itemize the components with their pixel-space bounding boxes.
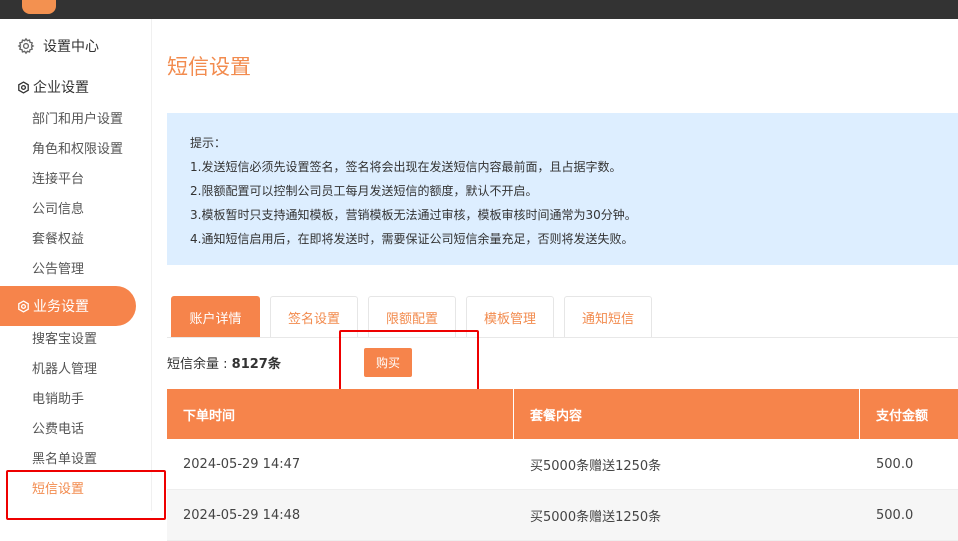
sidebar-item-blacklist[interactable]: 黑名单设置: [32, 450, 97, 470]
sms-balance: 短信余量 : 8127条: [167, 353, 281, 372]
tip-line: 1.发送短信必须先设置签名，签名将会出现在发送短信内容最前面，且占据字数。: [190, 160, 622, 174]
cell-payment-amount: 500.0: [876, 456, 914, 472]
annotation-highlight-box: [339, 330, 479, 396]
column-header-payment-amount[interactable]: 支付金额: [860, 389, 958, 439]
table-row: 2024-05-29 14:48 买5000条赠送1250条 500.0: [167, 490, 958, 541]
top-bar: [0, 0, 958, 19]
cell-payment-amount: 500.0: [876, 507, 914, 523]
column-header-package-content[interactable]: 套餐内容: [514, 389, 860, 439]
tip-line: 2.限额配置可以控制公司员工每月发送短信的额度，默认不开启。: [190, 184, 538, 198]
sidebar-item-company-info[interactable]: 公司信息: [32, 200, 84, 220]
sidebar-item-robot-management[interactable]: 机器人管理: [32, 360, 97, 380]
sidebar-item-roles-permissions[interactable]: 角色和权限设置: [32, 140, 123, 160]
annotation-highlight-box: [6, 470, 166, 520]
tip-line: 3.模板暂时只支持通知模板，营销模板无法通过审核，模板审核时间通常为30分钟。: [190, 208, 637, 222]
gear-icon: [17, 37, 35, 55]
sidebar-item-connect-platform[interactable]: 连接平台: [32, 170, 84, 190]
cell-package-content: 买5000条赠送1250条: [530, 509, 662, 525]
cell-order-time: 2024-05-29 14:48: [183, 507, 301, 523]
tabs-divider: [167, 337, 958, 338]
sidebar-item-announcements[interactable]: 公告管理: [32, 260, 84, 280]
sidebar-group-business[interactable]: 业务设置: [0, 286, 136, 326]
sidebar-group-enterprise[interactable]: 企业设置: [17, 76, 89, 98]
sidebar-item-telesales-assistant[interactable]: 电销助手: [32, 390, 84, 410]
order-table: 下单时间 套餐内容 支付金额 2024-05-29 14:47 买5000条赠送…: [167, 389, 958, 541]
table-header: 下单时间 套餐内容 支付金额: [167, 389, 958, 439]
sidebar-group-label: 企业设置: [33, 80, 89, 96]
sms-balance-label: 短信余量 :: [167, 357, 232, 372]
settings-center-label: 设置中心: [43, 39, 99, 55]
settings-center-header[interactable]: 设置中心: [17, 35, 99, 57]
sidebar-item-public-phone[interactable]: 公费电话: [32, 420, 84, 440]
page-title: 短信设置: [167, 55, 251, 79]
table-row: 2024-05-29 14:47 买5000条赠送1250条 500.0: [167, 439, 958, 490]
main-content: 短信设置 提示： 1.发送短信必须先设置签名，签名将会出现在发送短信内容最前面，…: [152, 19, 958, 541]
tab-account-details[interactable]: 账户详情: [171, 296, 260, 338]
tips-panel: 提示： 1.发送短信必须先设置签名，签名将会出现在发送短信内容最前面，且占据字数…: [167, 113, 958, 265]
app-logo[interactable]: [22, 0, 56, 14]
column-header-order-time[interactable]: 下单时间: [167, 389, 514, 439]
cell-package-content: 买5000条赠送1250条: [530, 458, 662, 474]
sms-balance-value: 8127条: [231, 357, 281, 372]
sidebar-group-label: 业务设置: [33, 299, 89, 315]
tip-line: 4.通知短信启用后，在即将发送时，需要保证公司短信余量充足，否则将发送失败。: [190, 232, 634, 246]
sidebar: 设置中心 企业设置 部门和用户设置 角色和权限设置 连接平台 公司信息 套餐权益…: [0, 19, 152, 511]
tab-template-management[interactable]: 模板管理: [466, 296, 554, 338]
sidebar-item-package-benefits[interactable]: 套餐权益: [32, 230, 84, 250]
tips-heading: 提示：: [190, 136, 227, 150]
sidebar-item-soukebao[interactable]: 搜客宝设置: [32, 330, 97, 350]
hexagon-icon: [18, 80, 29, 94]
cell-order-time: 2024-05-29 14:47: [183, 456, 301, 472]
hexagon-icon: [18, 299, 29, 313]
sidebar-item-departments-users[interactable]: 部门和用户设置: [32, 110, 123, 130]
tab-notification-sms[interactable]: 通知短信: [564, 296, 652, 338]
